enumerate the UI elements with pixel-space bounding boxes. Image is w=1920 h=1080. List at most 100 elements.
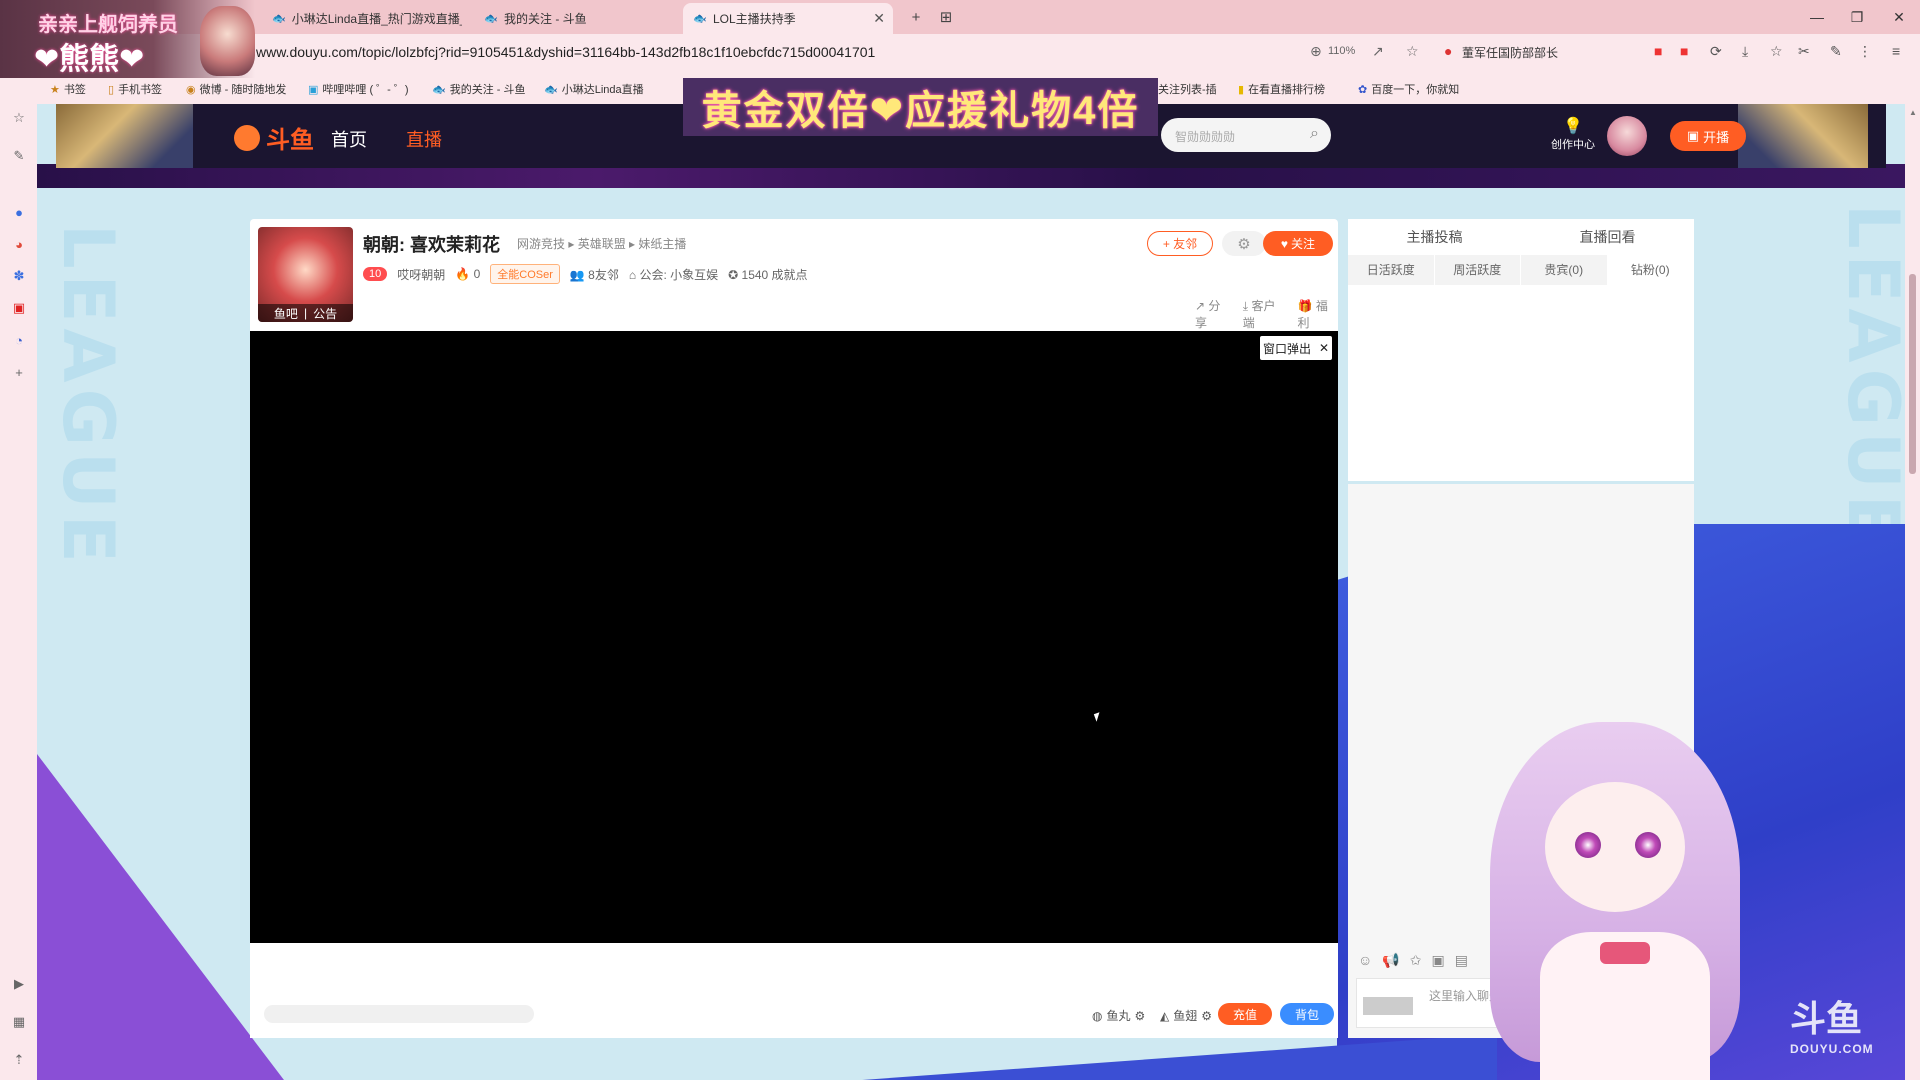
bookmark-item[interactable]: 🐟 小琳达Linda直播	[544, 81, 644, 97]
streamer-avatar-art	[200, 6, 255, 76]
tab-title: 小琳达Linda直播_热门游戏直播_	[291, 12, 462, 26]
scroll-thumb[interactable]	[1909, 274, 1916, 474]
anchor-avatar[interactable]: 鱼吧 | 公告	[258, 227, 353, 322]
search-icon[interactable]: ⌕	[1310, 125, 1319, 143]
clock-icon[interactable]: ◔	[11, 332, 27, 348]
tab-vip[interactable]: 贵宾(0)	[1521, 255, 1608, 285]
bookmark-item[interactable]: 🐟 我的关注 - 斗鱼	[432, 81, 525, 97]
vtuber-avatar	[1460, 712, 1790, 1080]
video-icon[interactable]: ▶	[11, 976, 27, 992]
scissors-icon[interactable]: ✂	[1798, 43, 1810, 60]
megaphone-icon[interactable]: 📢	[1382, 952, 1399, 969]
favorites-icon[interactable]: ☆	[1770, 43, 1783, 60]
close-icon[interactable]: ✕	[873, 10, 885, 27]
share-button[interactable]: ↗ 分享	[1195, 297, 1231, 331]
scroll-up-icon[interactable]: ▲	[1909, 108, 1917, 117]
bookmark-item[interactable]: 关注列表-插	[1158, 81, 1217, 97]
new-tab-button[interactable]: +	[906, 4, 926, 30]
url-field[interactable]: www.douyu.com/topic/lolzbfcj?rid=9105451…	[256, 44, 875, 60]
badge-icon[interactable]: ✩	[1410, 952, 1422, 969]
zoom-level[interactable]: 110%	[1328, 45, 1355, 57]
tab-grid-icon[interactable]: ⊞	[936, 4, 956, 30]
ranking-tabs: 日活跃度 周活跃度 贵宾(0) 钻粉(0)	[1348, 255, 1694, 285]
menu-dots-icon[interactable]: ⋮	[1858, 43, 1872, 60]
cos-badge[interactable]: 全能COSer	[490, 264, 560, 284]
welfare-button[interactable]: 🎁 福利	[1298, 297, 1338, 331]
minimize-button[interactable]: —	[1796, 0, 1838, 34]
search-app-icon[interactable]: ●	[11, 204, 27, 220]
emoji-icon[interactable]: ☺	[1358, 952, 1372, 969]
user-avatar[interactable]	[1607, 116, 1647, 156]
download-icon[interactable]: ⤓	[1742, 43, 1748, 60]
gear-icon: ⚙	[1134, 1008, 1146, 1023]
tab-anchor-posts[interactable]: 主播投稿	[1348, 219, 1521, 255]
video-app-icon[interactable]: ▣	[11, 300, 27, 316]
fire-icon: 🔥	[455, 267, 471, 281]
douyu-logo[interactable]: 斗鱼	[234, 120, 314, 155]
fishbar-link[interactable]: 鱼吧	[274, 305, 298, 322]
chat-level-button[interactable]	[1363, 997, 1413, 1015]
friends-count[interactable]: 👥 8友邻	[570, 266, 619, 283]
video-player[interactable]: 窗口弹出 ✕	[250, 331, 1338, 943]
create-center-button[interactable]: 💡 创作中心	[1548, 116, 1598, 152]
friend-button[interactable]: + 友邻	[1147, 231, 1213, 256]
close-icon[interactable]: ✕	[1319, 341, 1329, 355]
add-icon[interactable]: +	[11, 364, 27, 380]
star-icon[interactable]: ☆	[1406, 43, 1419, 60]
fish-ball-balance[interactable]: ◍ 鱼丸 ⚙	[1092, 1007, 1145, 1024]
douyu-favicon-icon: 🐟	[272, 13, 286, 25]
bookmark-item[interactable]: ▣ 哔哩哔哩 ( ゜- ゜)	[308, 81, 409, 97]
bag-button[interactable]: 背包	[1280, 1003, 1334, 1025]
news-extension[interactable]: 董军任国防部部长	[1462, 44, 1558, 61]
pdf-icon[interactable]: ■	[1654, 43, 1662, 59]
fish-wing-balance[interactable]: ◭ 鱼翅 ⚙	[1160, 1007, 1212, 1024]
hamburger-menu-icon[interactable]: ≡	[1892, 43, 1900, 59]
guild-info[interactable]: ⌂ 公会: 小象互娱	[629, 266, 718, 283]
extension-icon[interactable]: ✎	[1830, 43, 1842, 60]
gift-event-banner: 黄金双倍❤应援礼物4倍	[683, 78, 1158, 136]
popout-window-button[interactable]: 窗口弹出 ✕	[1260, 336, 1332, 360]
room-category[interactable]: 网游竞技 ▸ 英雄联盟 ▸ 妹纸主播	[517, 235, 686, 252]
settings-gear-icon[interactable]: ⚙	[1222, 231, 1266, 256]
start-live-button[interactable]: ▣ 开播	[1670, 121, 1746, 151]
edit-icon[interactable]: ✎	[11, 148, 27, 164]
browser-tab-2[interactable]: 🐟 我的关注 - 斗鱼	[474, 3, 674, 34]
growth-points[interactable]: ✪ 1540 成就点	[728, 266, 807, 283]
fan-badge-icon[interactable]: ▣	[1431, 952, 1444, 969]
star-icon[interactable]: ☆	[11, 110, 27, 126]
close-window-button[interactable]: ✕	[1878, 0, 1920, 34]
search-input[interactable]: 智勋勋勋勋 ⌕	[1161, 118, 1331, 152]
restore-button[interactable]: ❐	[1836, 0, 1878, 34]
page-scrollbar[interactable]: ▲	[1905, 104, 1920, 1080]
weather-icon[interactable]: ◕	[11, 236, 27, 252]
browser-titlebar: 🐟 小琳达Linda直播_热门游戏直播_ 🐟 我的关注 - 斗鱼 🐟 LOL主播…	[0, 0, 1920, 34]
header-artwork	[56, 104, 193, 168]
bookmark-item[interactable]: ▮ 在看直播排行榜	[1238, 81, 1325, 97]
pin-icon[interactable]: ⇡	[11, 1052, 27, 1068]
lightbulb-icon: 💡	[1563, 118, 1583, 135]
nav-live[interactable]: 直播	[406, 126, 442, 152]
tab-replays[interactable]: 直播回看	[1521, 219, 1694, 255]
bookmark-icon: ▮	[1238, 83, 1245, 96]
bookmark-item[interactable]: ◉ 微博 - 随时随地发	[186, 81, 286, 97]
share-icon[interactable]: ↗	[1372, 43, 1384, 60]
history-icon[interactable]: ⟳	[1710, 43, 1722, 60]
tab-weekly-activity[interactable]: 周活跃度	[1434, 255, 1521, 285]
browser-tab-1[interactable]: 🐟 小琳达Linda直播_热门游戏直播_	[262, 3, 462, 34]
anchor-nickname[interactable]: 哎呀朝朝	[397, 266, 445, 283]
nav-home[interactable]: 首页	[331, 126, 367, 152]
charge-button[interactable]: 充值	[1218, 1003, 1272, 1025]
notice-link[interactable]: 公告	[313, 305, 337, 322]
translate-icon[interactable]: ■	[1680, 43, 1688, 59]
bookmark-item[interactable]: ▯ 手机书签	[108, 81, 162, 97]
calendar-icon[interactable]: ▦	[11, 1014, 27, 1030]
bookmark-item[interactable]: ★ 书签	[50, 81, 86, 97]
gear-icon: ⚙	[1201, 1008, 1213, 1023]
tab-daily-activity[interactable]: 日活跃度	[1348, 255, 1435, 285]
tab-diamond-fans[interactable]: 钻粉(0)	[1607, 255, 1694, 285]
browser-tab-3[interactable]: 🐟 LOL主播扶持季 ✕	[683, 3, 893, 34]
client-button[interactable]: ⤓ 客户端	[1243, 297, 1286, 331]
paw-icon[interactable]: ✽	[11, 268, 27, 284]
follow-button[interactable]: ♥ 关注	[1263, 231, 1333, 256]
bookmark-item[interactable]: ✿ 百度一下，你就知	[1358, 81, 1459, 97]
